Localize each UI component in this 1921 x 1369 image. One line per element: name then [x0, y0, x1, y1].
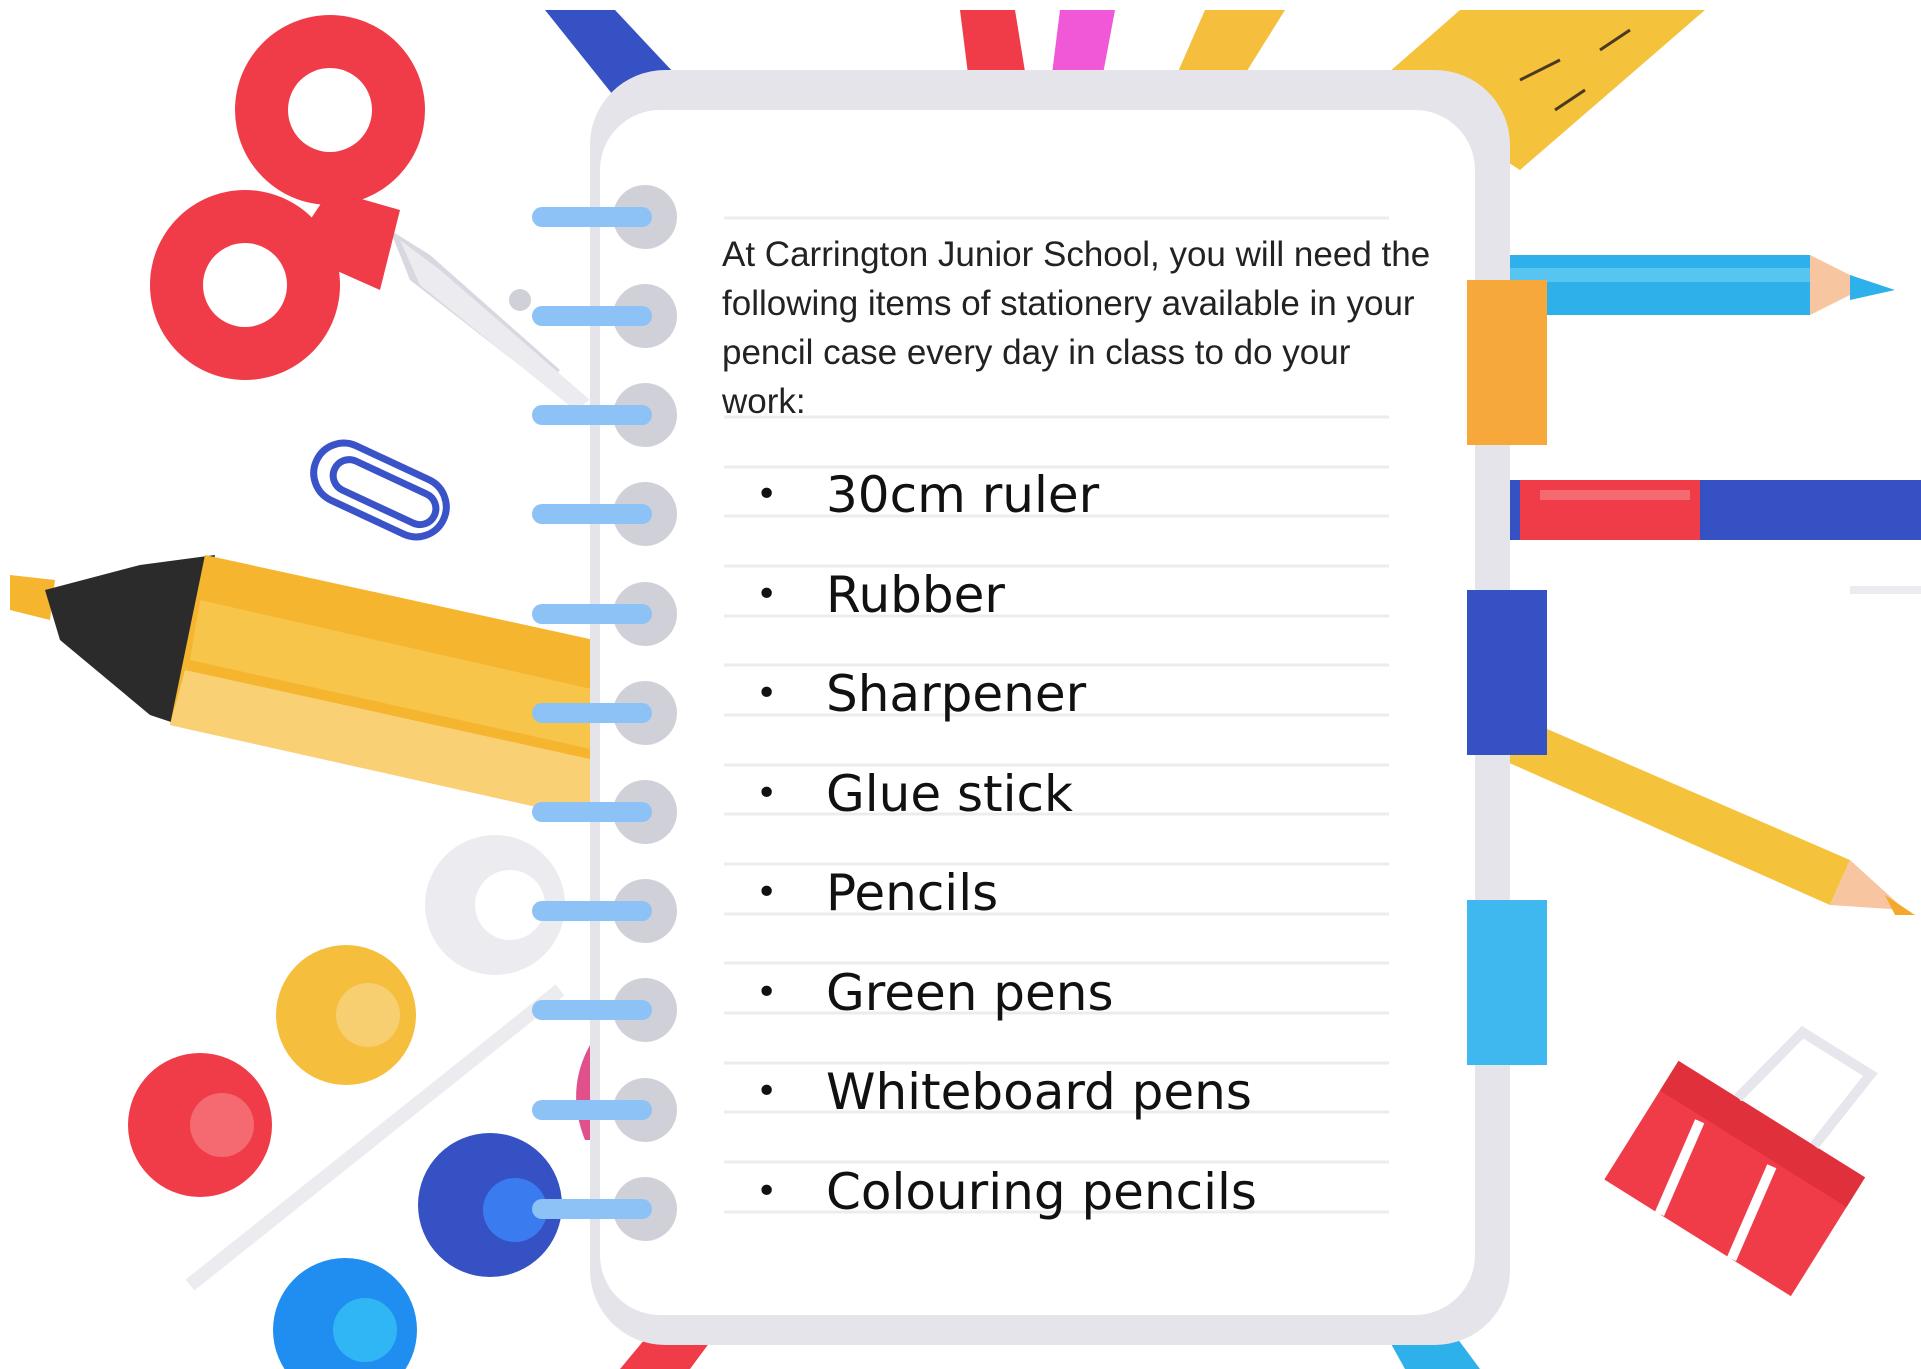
list-item-label: Whiteboard pens: [826, 1063, 1252, 1121]
list-item-label: Pencils: [826, 864, 999, 922]
binder-clip-icon: [1604, 1025, 1878, 1297]
list-item: • Pencils: [722, 858, 1442, 958]
list-item-label: Sharpener: [826, 665, 1087, 723]
list-item: • Sharpener: [722, 659, 1442, 759]
paper-clip-icon: [310, 439, 450, 541]
bullet: •: [756, 573, 778, 615]
bullet: •: [756, 971, 778, 1013]
bullet: •: [756, 872, 778, 913]
list-item: • Whiteboard pens: [722, 1057, 1442, 1157]
list-item: • Glue stick: [722, 759, 1442, 859]
list-item: • Rubber: [722, 560, 1442, 660]
bullet: •: [756, 474, 778, 515]
scissors-icon: [150, 15, 590, 410]
push-pin-icon: [128, 835, 590, 1369]
list-item: • Green pens: [722, 958, 1442, 1058]
bullet: •: [756, 1170, 778, 1212]
list-item-label: 30cm ruler: [826, 466, 1100, 524]
highlighter-icon: [10, 555, 640, 830]
stationery-list: • 30cm ruler • Rubber • Sharpener • Glue sti…: [722, 460, 1442, 1256]
intro-paragraph: At Carrington Junior School, you will ne…: [722, 235, 1431, 421]
bullet: •: [756, 673, 778, 714]
list-item-label: Green pens: [826, 963, 1114, 1022]
list-item-label: Rubber: [826, 565, 1005, 624]
notebook-tabs: [1467, 280, 1547, 1065]
list-item: • Colouring pencils: [722, 1157, 1442, 1257]
list-item-label: Glue stick: [826, 764, 1073, 823]
notebook-content: At Carrington Junior School, you will ne…: [722, 230, 1442, 426]
list-item-label: Colouring pencils: [826, 1162, 1257, 1221]
list-item: • 30cm ruler: [722, 460, 1442, 560]
bullet: •: [756, 772, 778, 814]
bullet: •: [756, 1071, 778, 1112]
